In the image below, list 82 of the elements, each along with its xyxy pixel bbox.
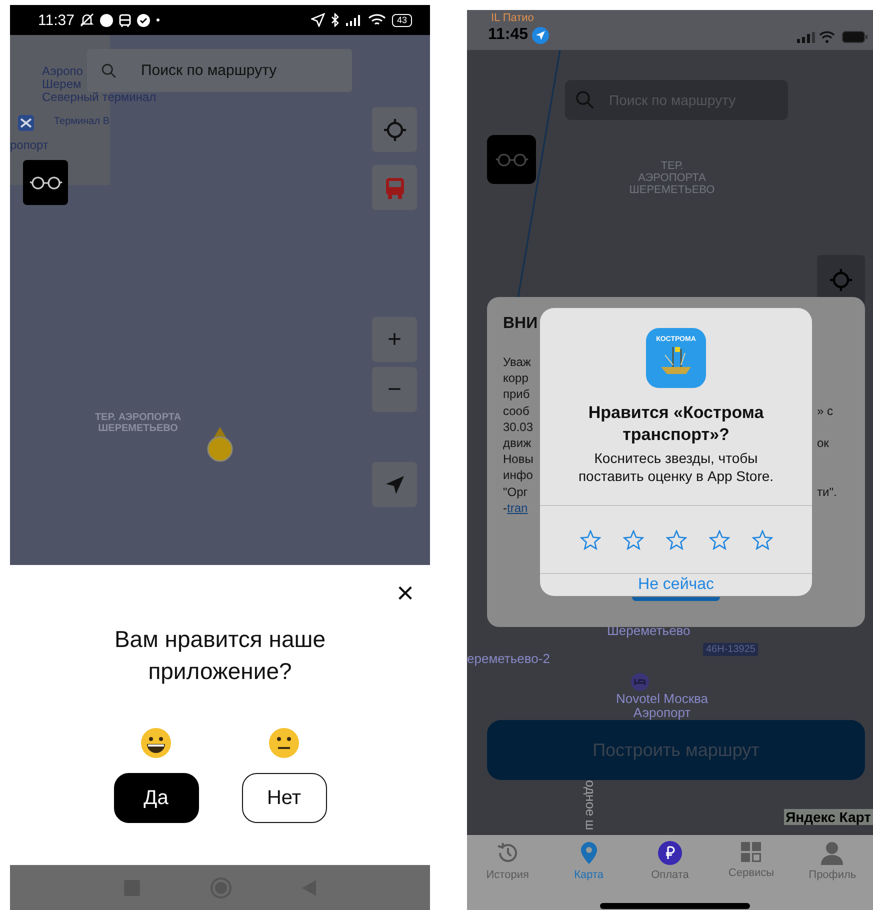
map-label: IL Патио [491, 12, 534, 24]
battery-indicator: 43 [392, 14, 412, 26]
dialog-text: приб [503, 387, 530, 402]
glasses-icon [494, 152, 528, 166]
accessibility-button[interactable] [23, 160, 68, 205]
map-pin-icon [578, 841, 599, 865]
hotel-icon [631, 673, 649, 691]
dialog-text: 30.03 [503, 420, 534, 434]
dialog-text: -tran [503, 500, 528, 515]
bluetooth-icon [330, 13, 340, 27]
battery-icon [842, 31, 868, 43]
map-label: ереметьево-2 [467, 652, 550, 666]
star-icon[interactable] [580, 530, 600, 550]
neutral-face-icon [268, 727, 300, 760]
dialog-text: "Орг [503, 484, 528, 498]
map-label: ТЕР. АЭРОПОРТА ШЕРЕМЕТЬЕВО [628, 160, 716, 196]
not-now-button[interactable]: Не сейчас [540, 574, 812, 596]
tab[interactable]: Профиль [792, 835, 873, 910]
answer-button[interactable]: Нет [242, 773, 326, 824]
alert-message: Коснитесь звезды, чтобы поставить оценку в App Store. [577, 449, 775, 486]
zoom-in-button[interactable]: + [372, 317, 417, 362]
zoom-out-button[interactable]: − [372, 367, 417, 412]
map-marker-icon [207, 427, 233, 462]
dialog-text: » с [817, 404, 834, 418]
star-icon[interactable] [622, 530, 644, 550]
tab[interactable]: Сервисы [710, 835, 792, 910]
grid-icon [740, 841, 762, 863]
dialog-text: корр [503, 371, 528, 386]
tab[interactable]: История [467, 835, 548, 910]
check-circle-icon [137, 14, 150, 26]
navigation-arrow-icon [384, 474, 404, 494]
dialog-text: Новы [503, 452, 534, 466]
answer-button[interactable]: Да [114, 773, 198, 824]
wifi-icon [368, 13, 386, 27]
alert-title: Нравится «Кострома транспорт»? [587, 402, 765, 446]
history-icon [496, 841, 520, 865]
dialog-text: ти". [817, 484, 837, 498]
dialog-text: инфо [503, 468, 533, 482]
person-icon [821, 841, 844, 865]
dialog-title: ВНИ [503, 315, 538, 333]
map-label: ТЕР. АЭРОПОРТА ШЕРЕМЕТЬЕВО [94, 412, 182, 434]
map-attribution: Яндекс Карт [784, 809, 873, 825]
map-label: Аэропо [42, 65, 83, 78]
dialog-text: Уваж [503, 355, 531, 369]
signal-icon [797, 32, 815, 43]
search-field[interactable]: Поиск по маршруту [87, 49, 352, 92]
close-button[interactable]: × [396, 579, 414, 609]
star-icon[interactable] [666, 530, 686, 550]
road-sign: 46Н-13925 [703, 643, 758, 656]
navigation-button[interactable] [372, 462, 417, 507]
map-label: Novotel Москва Аэропорт [614, 692, 710, 721]
map-label: Терминал B [54, 116, 110, 127]
map-label: Шерем [42, 78, 82, 92]
ruble-icon [658, 841, 682, 865]
dialog-link[interactable]: tran [507, 500, 528, 515]
map-label: одное ш [582, 780, 597, 830]
dot-icon [156, 18, 160, 22]
dialog-text: сооб [503, 404, 530, 418]
location-arrow-icon [310, 13, 325, 27]
bell-off-icon [80, 13, 94, 27]
bus-icon [384, 176, 404, 198]
map-label: Шереметьево [607, 624, 690, 638]
crosshair-icon [382, 118, 406, 142]
grinning-face-icon [140, 727, 172, 760]
glasses-icon [28, 176, 62, 190]
bus-icon [119, 14, 132, 26]
dialog-text: движ [503, 436, 532, 450]
crosshair-icon [829, 268, 853, 292]
status-time: 11:37 [38, 12, 74, 28]
search-icon [101, 62, 117, 78]
plane-icon [18, 115, 34, 131]
star-icon[interactable] [752, 530, 772, 550]
locate-button[interactable] [372, 107, 417, 152]
circle-icon [100, 14, 114, 26]
wifi-icon [819, 31, 835, 43]
star-icon[interactable] [708, 530, 730, 550]
search-icon [575, 90, 595, 110]
rating-question: Вам нравится наше приложение? [113, 625, 327, 686]
signal-icon [346, 14, 362, 26]
map-label: ропорт [10, 139, 48, 152]
status-time: 11:45 [488, 26, 528, 44]
dialog-text: ок [817, 436, 829, 450]
